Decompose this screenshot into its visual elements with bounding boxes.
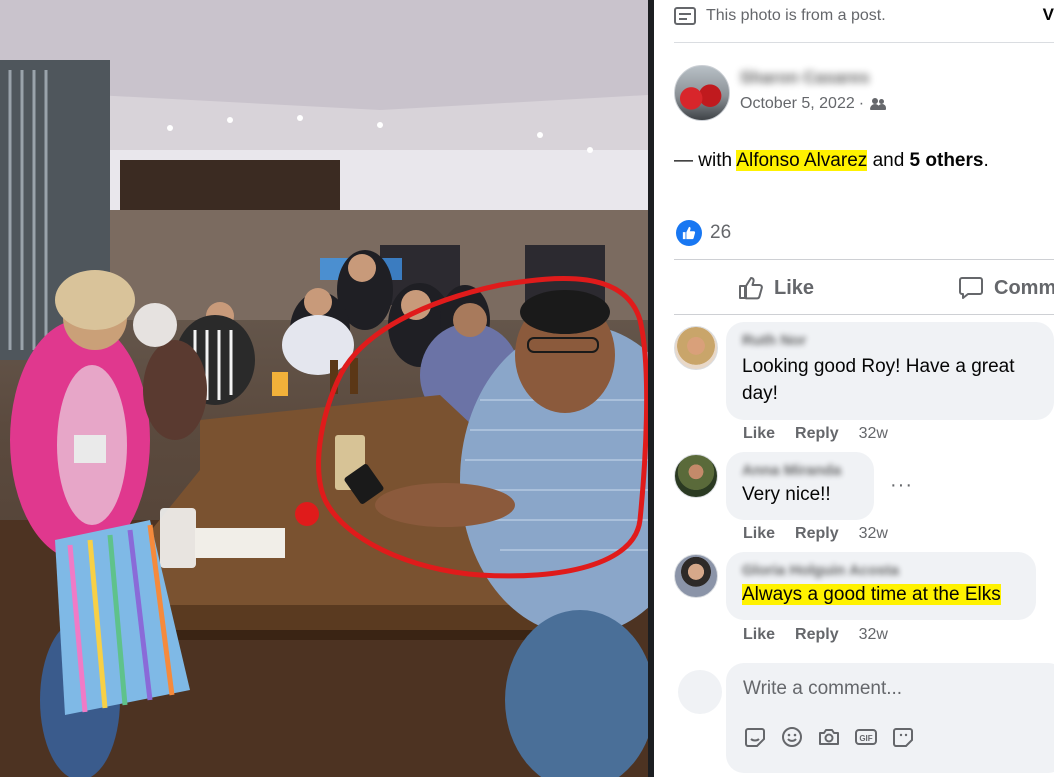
post-icon bbox=[674, 7, 696, 25]
comment-meta: Like Reply 32w bbox=[743, 525, 888, 543]
comment-text: Always a good time at the Elks bbox=[742, 581, 1020, 608]
others-link[interactable]: 5 others bbox=[910, 150, 984, 171]
sticker-icon[interactable] bbox=[743, 725, 767, 749]
like-button[interactable]: Like bbox=[738, 276, 814, 300]
comment-time[interactable]: 32w bbox=[859, 626, 888, 644]
commenter-name[interactable]: Anna Miranda bbox=[742, 462, 858, 479]
comment-meta: Like Reply 32w bbox=[743, 425, 888, 443]
emoji-icon[interactable] bbox=[780, 725, 804, 749]
comment-like-link[interactable]: Like bbox=[743, 525, 775, 543]
commenter-avatar[interactable] bbox=[674, 454, 718, 498]
highlighted-comment-text: Always a good time at the Elks bbox=[742, 584, 1001, 605]
like-label: Like bbox=[774, 276, 815, 299]
author-avatar[interactable] bbox=[674, 65, 730, 121]
date-separator: · bbox=[858, 95, 865, 112]
comment-like-link[interactable]: Like bbox=[743, 626, 775, 644]
commenter-name[interactable]: Gloria Holguin Acosta bbox=[742, 562, 1020, 579]
camera-icon[interactable] bbox=[817, 725, 841, 749]
comment-composer[interactable]: Write a comment... GIF bbox=[726, 663, 1054, 773]
comment-time[interactable]: 32w bbox=[859, 525, 888, 543]
commenter-avatar[interactable] bbox=[674, 554, 718, 598]
svg-text:GIF: GIF bbox=[859, 734, 872, 743]
reaction-count: 26 bbox=[710, 222, 732, 243]
reaction-summary[interactable]: 26 bbox=[676, 220, 731, 246]
comment-input[interactable]: Write a comment... bbox=[743, 678, 902, 700]
tagged-person-link[interactable]: Alfonso Alvarez bbox=[736, 150, 868, 171]
comment-bubble: Anna Miranda Very nice!! bbox=[726, 452, 874, 520]
comment-reply-link[interactable]: Reply bbox=[795, 525, 839, 543]
commenter-name[interactable]: Ruth Nor bbox=[742, 332, 1038, 349]
commenter-avatar[interactable] bbox=[674, 326, 718, 370]
thumbs-up-icon bbox=[739, 277, 763, 300]
divider bbox=[674, 314, 1054, 315]
divider bbox=[674, 259, 1054, 260]
comment-icon bbox=[959, 277, 983, 299]
comment-like-link[interactable]: Like bbox=[743, 425, 775, 443]
divider bbox=[674, 42, 1054, 43]
post-date[interactable]: October 5, 2022 bbox=[740, 95, 855, 113]
post-date-row: October 5, 2022 · bbox=[740, 95, 887, 113]
tagged-line: — with Alfonso Alvarez and 5 others. bbox=[674, 150, 989, 172]
gif-icon[interactable]: GIF bbox=[854, 725, 878, 749]
comment-more-options[interactable]: ··· bbox=[890, 474, 913, 497]
comment-reply-link[interactable]: Reply bbox=[795, 626, 839, 644]
with-prefix: — with bbox=[674, 150, 733, 171]
post-origin-note[interactable]: This photo is from a post. bbox=[674, 4, 886, 28]
comment-bubble: Ruth Nor Looking good Roy! Have a great … bbox=[726, 322, 1054, 420]
avatar-sticker-icon[interactable] bbox=[891, 725, 915, 749]
comment-reply-link[interactable]: Reply bbox=[795, 425, 839, 443]
comment-button[interactable]: Comm bbox=[958, 276, 1054, 300]
comment-text: Very nice!! bbox=[742, 484, 831, 505]
with-suffix: . bbox=[983, 150, 989, 171]
post-actions: Like Comm bbox=[674, 270, 1054, 310]
with-and: and bbox=[872, 150, 905, 171]
comment-label: Comm bbox=[994, 276, 1054, 299]
friends-audience-icon[interactable] bbox=[870, 98, 887, 110]
composer-icons: GIF bbox=[743, 725, 915, 749]
photo-scene bbox=[0, 0, 648, 777]
comment-meta: Like Reply 32w bbox=[743, 626, 888, 644]
author-name[interactable]: Sharon Casares bbox=[740, 68, 869, 88]
comment-bubble: Gloria Holguin Acosta Always a good time… bbox=[726, 552, 1036, 620]
post-origin-text: This photo is from a post. bbox=[706, 7, 886, 24]
post-photo[interactable] bbox=[0, 0, 648, 777]
like-reaction-icon bbox=[676, 220, 702, 246]
view-post-link[interactable]: V bbox=[1043, 5, 1054, 25]
comment-time[interactable]: 32w bbox=[859, 425, 888, 443]
comment-text: Looking good Roy! Have a great day! bbox=[742, 356, 1015, 404]
post-details-panel: This photo is from a post. V Sharon Casa… bbox=[654, 0, 1054, 777]
current-user-avatar[interactable] bbox=[678, 670, 722, 714]
